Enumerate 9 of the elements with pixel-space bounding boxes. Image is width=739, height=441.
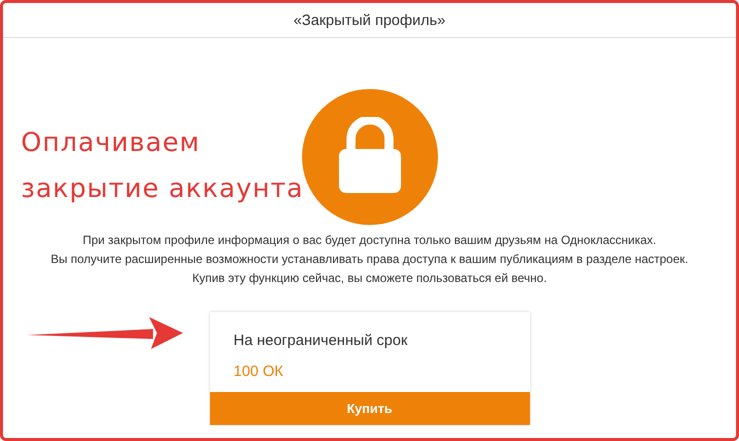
offer-price: 100 ОК [232,362,284,382]
buy-button[interactable]: Купить [210,392,530,425]
description-text: Купив эту функцию сейчас, вы сможете пользоваться ей вечно. [191,270,548,287]
annotation-text: Оплачиваем [21,127,202,160]
offer-term: На неограниченный срок [232,331,408,349]
description-text: При закрытом профиле информация о вас будет доступна только вашим друзьям на Одноклассниках. [82,232,658,249]
description-text: Вы получите расширенные возможности устанавливать права доступа к вашим публикациям в разделе настроек. [50,251,688,268]
window-title: «Закрытый профиль» [293,12,446,28]
annotation-text: закрытие аккаунта [21,173,304,206]
